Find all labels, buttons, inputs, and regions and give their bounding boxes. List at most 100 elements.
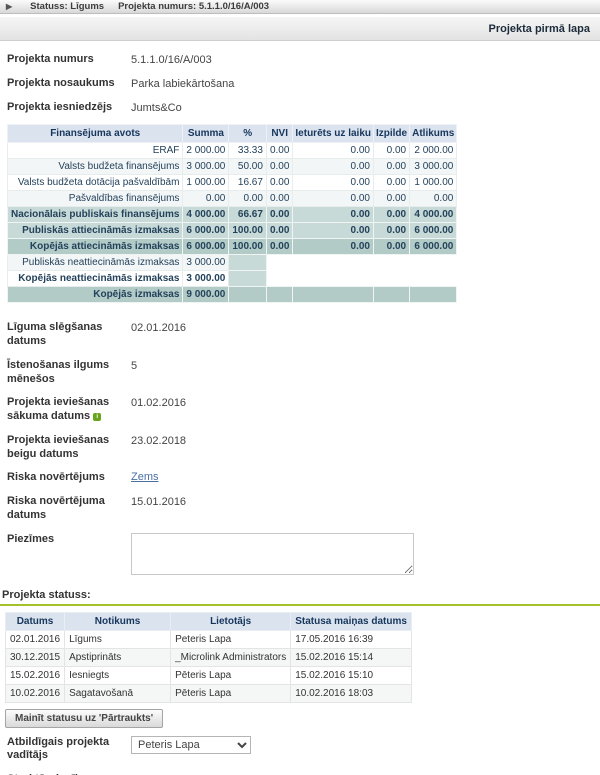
finance-cell: 0.00 — [373, 175, 409, 191]
status-cell: Peteris Lapa — [171, 630, 291, 648]
section-divider — [0, 604, 600, 606]
notes-textarea[interactable] — [131, 533, 414, 575]
main-content: Projekta numurs 5.1.1.0/16/A/003 Projekt… — [0, 41, 600, 775]
finance-row: Pašvaldības finansējums0.000.000.000.000… — [8, 191, 457, 207]
field-label: Īstenošanas ilgums mēnešos — [7, 359, 131, 387]
status-column-header: Lietotājs — [171, 612, 291, 630]
status-cell: 17.05.2016 16:39 — [291, 630, 412, 648]
expander-triangle-icon[interactable]: ▶ — [6, 3, 12, 11]
info-icon[interactable]: i — [93, 413, 101, 421]
finance-cell — [229, 255, 267, 271]
field-value: 5 — [131, 359, 137, 372]
field-project-number: Projekta numurs 5.1.1.0/16/A/003 — [7, 53, 600, 67]
status-cell: Pēteris Lapa — [171, 666, 291, 684]
finance-row-label: Publiskās neattiecināmās izmaksas — [8, 255, 183, 271]
details-section: Līguma slēgšanas datums 02.01.2016 Īsten… — [0, 321, 600, 574]
finance-row: Kopējās attiecināmās izmaksas 6 000.00 100… — [8, 239, 457, 255]
finance-column-header: NVI — [266, 125, 292, 143]
finance-cell: 9 000.00 — [183, 287, 229, 303]
change-status-button[interactable]: Mainīt statusu uz 'Pārtraukts' — [5, 709, 163, 728]
finance-cell: 0.00 — [266, 191, 292, 207]
finance-cell: 0.00 — [373, 239, 409, 255]
finance-cell: 1 000.00 — [183, 175, 229, 191]
finance-cell: 4 000.00 — [410, 207, 457, 223]
field-label: Projekta nosaukums — [7, 77, 131, 91]
finance-cell — [410, 287, 457, 303]
field-end-date: Projekta ieviešanas beigu datums 23.02.2… — [7, 434, 600, 462]
finance-row-label: Kopējās attiecināmās izmaksas — [8, 239, 183, 255]
finance-cell — [266, 271, 292, 287]
finance-cell: 0.00 — [266, 159, 292, 175]
finance-cell: 0.00 — [266, 207, 292, 223]
project-manager-select[interactable]: Peteris Lapa — [131, 736, 251, 754]
field-label: Projekta iesniedzējs — [7, 101, 131, 115]
finance-row-label: ERAF — [8, 143, 183, 159]
finance-cell: 0.00 — [293, 223, 374, 239]
field-risk-date: Riska novērtējuma datums 15.01.2016 — [7, 495, 600, 523]
status-row: 10.02.2016SagatavošanāPēteris Lapa10.02.… — [6, 684, 412, 702]
page-header-bar: Projekta pirmā lapa — [0, 17, 600, 41]
field-duration: Īstenošanas ilgums mēnešos 5 — [7, 359, 600, 387]
finance-column-header: Finansējuma avots — [8, 125, 183, 143]
finance-cell: 1 000.00 — [410, 175, 457, 191]
finance-cell: 50.00 — [229, 159, 267, 175]
field-label: Atbildīgais projekta vadītājs — [7, 736, 131, 764]
finance-row-label: Pašvaldības finansējums — [8, 191, 183, 207]
field-label: Projekta numurs — [7, 53, 131, 67]
finance-cell: 0.00 — [293, 239, 374, 255]
finance-table-header-row: Finansējuma avotsSumma%NVIIeturēts uz la… — [8, 125, 457, 143]
finance-column-header: Ieturēts uz laiku — [293, 125, 374, 143]
finance-cell: 0.00 — [293, 175, 374, 191]
finance-cell: 0.00 — [229, 191, 267, 207]
finance-cell: 0.00 — [373, 191, 409, 207]
finance-column-header: % — [229, 125, 267, 143]
finance-cell: 2 000.00 — [183, 143, 229, 159]
finance-cell: 0.00 — [266, 143, 292, 159]
field-label: Projekta ieviešanas sākuma datumsi — [7, 396, 131, 424]
finance-cell — [266, 255, 292, 271]
status-cell: 02.01.2016 — [6, 630, 65, 648]
field-label: Līguma slēgšanas datums — [7, 321, 131, 349]
finance-cell: 3 000.00 — [183, 271, 229, 287]
status-cell: 15.02.2016 15:10 — [291, 666, 412, 684]
finance-cell: 0.00 — [293, 207, 374, 223]
finance-cell — [229, 287, 267, 303]
page-title: Projekta pirmā lapa — [489, 23, 591, 35]
finance-cell: 0.00 — [373, 223, 409, 239]
finance-cell: 0.00 — [373, 207, 409, 223]
finance-row: Publiskās attiecināmās izmaksas6 000.001… — [8, 223, 457, 239]
field-value: Parka labiekārtošana — [131, 77, 234, 90]
finance-cell: 3 000.00 — [183, 159, 229, 175]
finance-cell — [373, 287, 409, 303]
field-label: Projekta ieviešanas beigu datums — [7, 434, 131, 462]
status-cell: Līgums — [65, 630, 171, 648]
status-cell: 10.02.2016 18:03 — [291, 684, 412, 702]
finance-cell: 2 000.00 — [410, 143, 457, 159]
finance-cell: 0.00 — [266, 175, 292, 191]
finance-cell: 3 000.00 — [410, 159, 457, 175]
status-history-table: DatumsNotikumsLietotājsStatusa maiņas da… — [5, 612, 412, 703]
finance-row-label: Kopējās izmaksas — [8, 287, 183, 303]
status-cell: 15.02.2016 — [6, 666, 65, 684]
field-label: Riska novērtējuma datums — [7, 495, 131, 523]
status-row: 02.01.2016LīgumsPeteris Lapa17.05.2016 1… — [6, 630, 412, 648]
finance-cell — [293, 271, 374, 287]
finance-cell — [266, 287, 292, 303]
field-start-date: Projekta ieviešanas sākuma datumsi 01.02… — [7, 396, 600, 424]
field-project-manager: Atbildīgais projekta vadītājs Peteris La… — [7, 736, 600, 764]
field-value: 23.02.2018 — [131, 434, 186, 447]
field-value: 5.1.1.0/16/A/003 — [131, 53, 212, 66]
finance-cell: 0.00 — [373, 159, 409, 175]
status-cell: Apstiprināts — [65, 648, 171, 666]
finance-cell: 0.00 — [266, 239, 292, 255]
finance-cell: 0.00 — [266, 223, 292, 239]
finance-cell: 0.00 — [293, 159, 374, 175]
finance-cell: 4 000.00 — [183, 207, 229, 223]
field-label: Piezīmes — [7, 533, 131, 547]
finance-cell: 0.00 — [373, 143, 409, 159]
status-cell: _Microlink Administrators — [171, 648, 291, 666]
finance-cell: 100.00 — [229, 239, 267, 255]
finance-cell: 6 000.00 — [410, 239, 457, 255]
finance-row: Kopējās neattiecināmās izmaksas3 000.00 — [8, 271, 457, 287]
risk-assessment-link[interactable]: Zems — [131, 471, 159, 483]
